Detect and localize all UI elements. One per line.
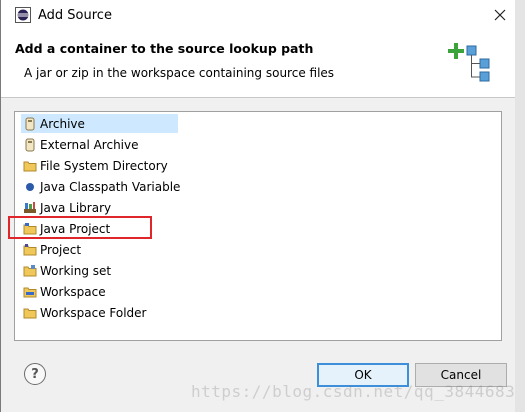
- archive-icon: [23, 117, 37, 131]
- list-item-java-library[interactable]: Java Library: [21, 198, 111, 217]
- help-button[interactable]: ?: [24, 363, 46, 385]
- list-item-label: Java Classpath Variable: [40, 179, 181, 194]
- title-bar[interactable]: Add Source: [1, 0, 516, 32]
- list-item-label: Workspace Folder: [40, 305, 147, 320]
- add-source-dialog: Add Source Add a container to the source…: [0, 0, 525, 412]
- folder-icon: [23, 159, 37, 173]
- list-item-workspace-folder[interactable]: Workspace Folder: [21, 303, 147, 322]
- list-item-label: External Archive: [40, 137, 139, 152]
- ok-button-label: OK: [354, 368, 372, 382]
- list-item-file-system-directory[interactable]: File System Directory: [21, 156, 168, 175]
- library-icon: [23, 201, 37, 215]
- archive-icon: [23, 138, 37, 152]
- list-item-workspace[interactable]: Workspace: [21, 282, 106, 301]
- add-container-icon: [447, 43, 493, 83]
- list-item-label: Archive: [40, 116, 85, 131]
- project-folder-icon: [23, 243, 37, 257]
- classpath-variable-icon: [23, 180, 37, 194]
- list-item-project[interactable]: Project: [21, 240, 81, 259]
- close-icon: [494, 9, 506, 21]
- folder-icon: [23, 306, 37, 320]
- working-set-icon: [23, 264, 37, 278]
- list-item-label: Workspace: [40, 284, 106, 299]
- cancel-button-label: Cancel: [440, 368, 482, 382]
- list-item-external-archive[interactable]: External Archive: [21, 135, 139, 154]
- help-icon: ?: [31, 366, 39, 382]
- workspace-icon: [23, 285, 37, 299]
- eclipse-app-icon: [15, 7, 31, 23]
- header-banner: Add a container to the source lookup pat…: [1, 32, 516, 98]
- window-title: Add Source: [38, 8, 112, 23]
- close-button[interactable]: [486, 2, 514, 28]
- annotation-highlight-box: [8, 216, 152, 239]
- list-item-archive[interactable]: Archive: [21, 114, 178, 133]
- list-item-working-set[interactable]: Working set: [21, 261, 111, 280]
- list-item-label: Java Library: [40, 200, 112, 215]
- background-window-edge-right: [515, 0, 525, 412]
- banner-description: A jar or zip in the workspace containing…: [24, 66, 335, 80]
- list-item-label: File System Directory: [40, 158, 168, 173]
- banner-title: Add a container to the source lookup pat…: [15, 41, 314, 56]
- list-item-label: Project: [40, 242, 82, 257]
- watermark-text: https://blog.csdn.net/qq_38446833: [191, 382, 525, 401]
- list-item-label: Working set: [40, 263, 112, 278]
- list-item-java-classpath-variable[interactable]: Java Classpath Variable: [21, 177, 180, 196]
